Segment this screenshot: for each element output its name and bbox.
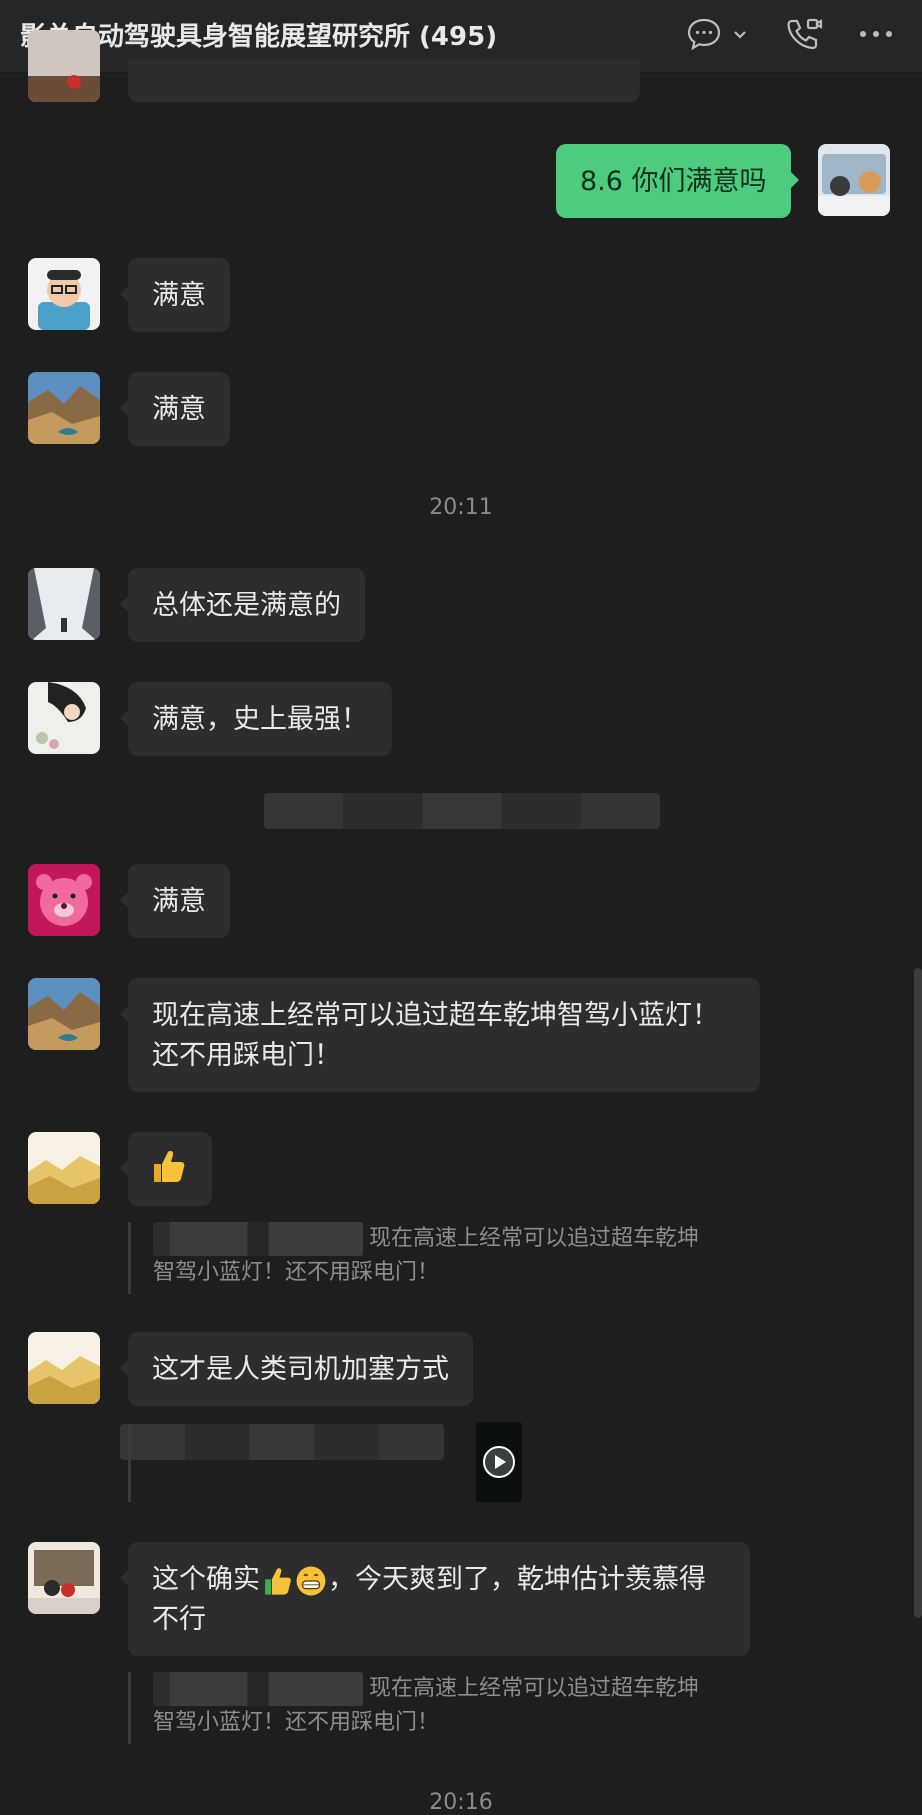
message-bubble[interactable]: 这个确实 ，今天爽到了，乾坤估计羡慕得 不行 <box>120 1542 750 1656</box>
thumbs-up-icon <box>154 1151 185 1182</box>
more-icon[interactable] <box>856 16 896 52</box>
avatar-self[interactable] <box>818 144 890 216</box>
avatar[interactable] <box>28 864 100 936</box>
avatar[interactable] <box>28 372 100 444</box>
avatar[interactable] <box>28 1332 100 1404</box>
chevron-down-icon[interactable] <box>730 16 750 52</box>
chat-bubble-icon[interactable] <box>684 16 724 52</box>
redacted-system-notice <box>264 793 660 829</box>
avatar[interactable] <box>28 30 100 102</box>
message-line: 现在高速上经常可以追过超车乾坤智驾小蓝灯！ <box>152 1000 719 1031</box>
avatar[interactable] <box>28 1132 100 1204</box>
message-bubble[interactable]: 总体还是满意的 <box>120 568 365 642</box>
message-text: 这个确实 <box>152 1564 260 1595</box>
message-bubble-self[interactable]: 8.6 你们满意吗 <box>556 144 799 218</box>
play-icon[interactable] <box>483 1446 515 1478</box>
message-bubble[interactable]: 现在高速上经常可以追过超车乾坤智驾小蓝灯！ 还不用踩电门！ <box>120 978 760 1092</box>
grinning-face-icon <box>296 1566 326 1595</box>
message-bubble[interactable]: 满意 <box>120 372 230 446</box>
message-bubble[interactable] <box>120 1132 212 1206</box>
thumbs-up-icon <box>265 1567 291 1595</box>
timestamp: 20:16 <box>429 1790 493 1815</box>
avatar[interactable] <box>28 568 100 640</box>
avatar[interactable] <box>28 1542 100 1614</box>
message-text: ，今天爽到了，乾坤估计羡慕得 <box>328 1564 706 1595</box>
video-thumbnail[interactable] <box>476 1422 522 1502</box>
message-bubble[interactable]: 满意 <box>120 258 230 332</box>
quoted-message[interactable]: 现在高速上经常可以追过超车乾坤 智驾小蓝灯！还不用踩电门！ <box>128 1222 748 1294</box>
message-bubble-partial <box>128 60 640 102</box>
redacted-sender <box>153 1672 363 1706</box>
message-bubble[interactable]: 这才是人类司机加塞方式 <box>120 1332 473 1406</box>
timestamp: 20:11 <box>429 495 493 520</box>
quote-line: 现在高速上经常可以追过超车乾坤 <box>369 1226 700 1251</box>
avatar[interactable] <box>28 258 100 330</box>
quote-line: 智驾小蓝灯！还不用踩电门！ <box>153 1710 440 1735</box>
message-line: 还不用踩电门！ <box>152 1040 341 1071</box>
phone-video-icon[interactable] <box>782 16 826 52</box>
message-bubble[interactable]: 满意 <box>120 864 230 938</box>
redacted-sender <box>153 1222 363 1256</box>
quoted-message[interactable]: 现在高速上经常可以追过超车乾坤 智驾小蓝灯！还不用踩电门！ <box>128 1672 748 1744</box>
redacted-quote <box>120 1424 444 1460</box>
scrollbar[interactable] <box>914 968 922 1618</box>
quote-line: 智驾小蓝灯！还不用踩电门！ <box>153 1260 440 1285</box>
message-bubble[interactable]: 满意，史上最强！ <box>120 682 392 756</box>
avatar[interactable] <box>28 978 100 1050</box>
quote-line: 现在高速上经常可以追过超车乾坤 <box>369 1676 700 1701</box>
avatar[interactable] <box>28 682 100 754</box>
message-line: 不行 <box>152 1604 206 1635</box>
